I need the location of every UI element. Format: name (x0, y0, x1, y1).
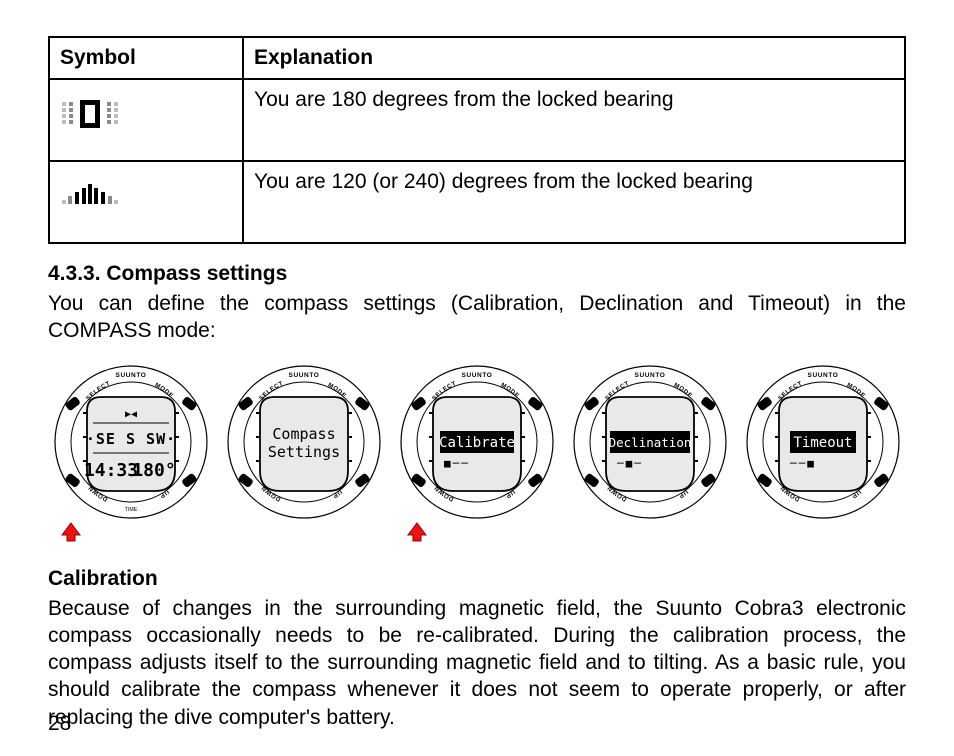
svg-text:180°: 180° (132, 460, 175, 481)
svg-text:Calibrate: Calibrate (439, 435, 515, 451)
page-number: 28 (48, 712, 71, 736)
watch-2: SELECT MODE DOWN UP SUUNTO Compass Setti… (221, 359, 387, 539)
symbol-180 (49, 79, 243, 161)
watch-row: SELECT MODE DOWN UP SUUNTO TIME ▶◀ ·SE S… (48, 359, 906, 539)
svg-text:14:33: 14:33 (84, 460, 138, 481)
svg-text:■──: ■── (444, 457, 470, 470)
svg-text:SUUNTO: SUUNTO (635, 372, 666, 379)
symbol-120 (49, 161, 243, 243)
svg-text:·SE S SW·: ·SE S SW· (86, 430, 176, 448)
section-433-title: 4.3.3. Compass settings (48, 262, 906, 286)
watch-5: SELECT MODE DOWN UP SUUNTO Timeout ──■ (740, 359, 906, 539)
th-symbol: Symbol (49, 37, 243, 79)
calibration-title: Calibration (48, 567, 906, 591)
th-explanation: Explanation (243, 37, 905, 79)
red-arrow-icon (60, 521, 82, 543)
symbol-table: Symbol Explanation (48, 36, 906, 244)
section-433-intro: You can define the compass settings (Cal… (48, 290, 906, 345)
svg-text:▶◀: ▶◀ (125, 409, 137, 420)
svg-text:SUUNTO: SUUNTO (289, 372, 320, 379)
svg-text:Compass: Compass (272, 425, 335, 443)
bearing-120-icon (60, 178, 120, 208)
bearing-180-icon (60, 96, 120, 132)
explanation-180: You are 180 degrees from the locked bear… (243, 79, 905, 161)
svg-text:Declination: Declination (609, 435, 692, 450)
svg-text:──■: ──■ (789, 457, 816, 470)
calibration-text: Because of changes in the surrounding ma… (48, 595, 906, 731)
watch-1: SELECT MODE DOWN UP SUUNTO TIME ▶◀ ·SE S… (48, 359, 214, 539)
svg-text:Settings: Settings (268, 443, 340, 461)
explanation-120: You are 120 (or 240) degrees from the lo… (243, 161, 905, 243)
watch-3: SELECT MODE DOWN UP SUUNTO Calibrate ■── (394, 359, 560, 539)
svg-text:─■─: ─■─ (616, 457, 643, 470)
watch-4: SELECT MODE DOWN UP SUUNTO Declination ─… (567, 359, 733, 539)
svg-text:SUUNTO: SUUNTO (462, 372, 493, 379)
red-arrow-icon (406, 521, 428, 543)
svg-text:SUUNTO: SUUNTO (808, 372, 839, 379)
svg-text:SUUNTO: SUUNTO (116, 372, 147, 379)
svg-text:Timeout: Timeout (793, 435, 852, 451)
svg-text:TIME: TIME (125, 507, 138, 513)
